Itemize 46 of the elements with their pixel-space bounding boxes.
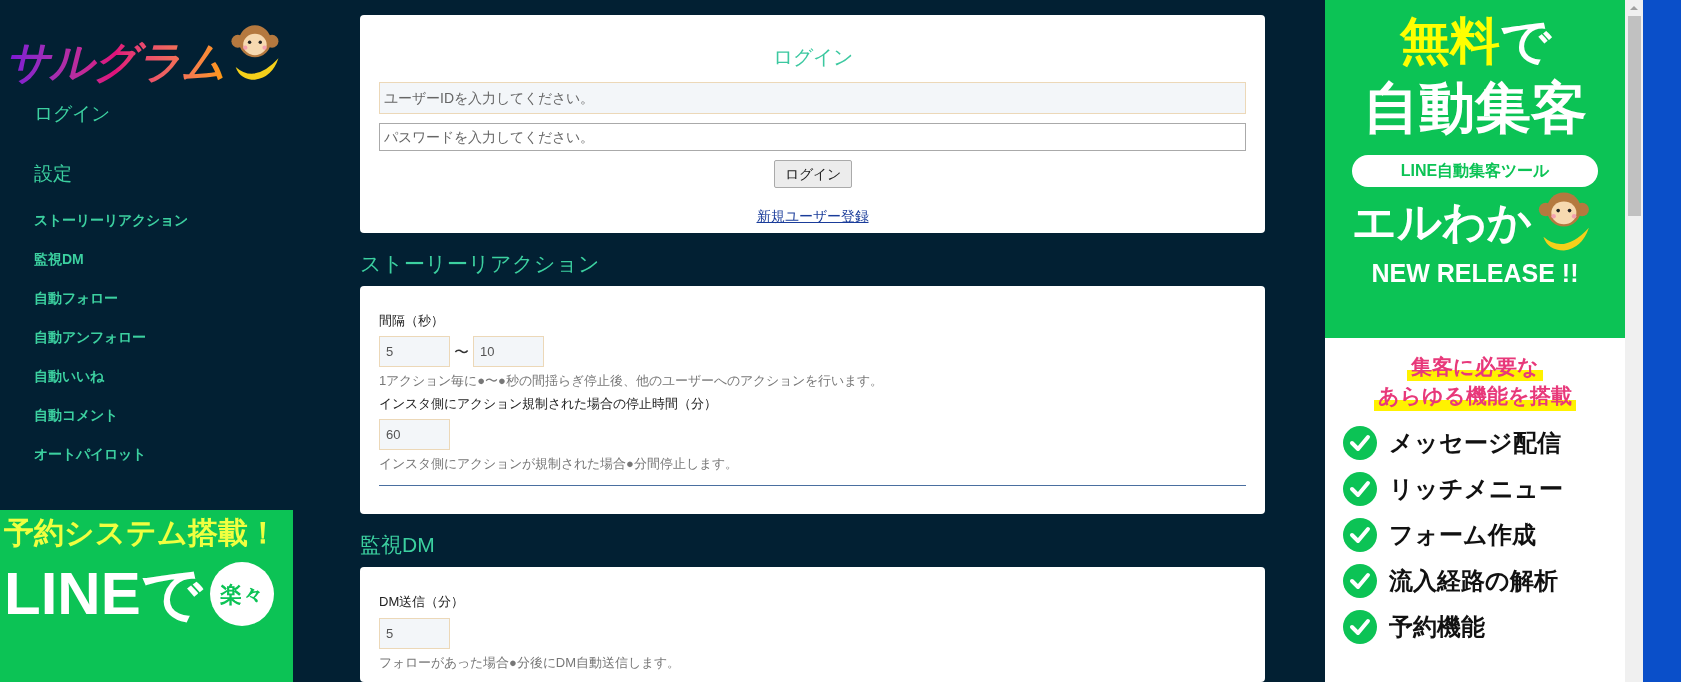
field-hint: インスタ側にアクションが規制された場合●分間停止します。 <box>379 455 738 474</box>
ad-headline: で <box>1499 12 1551 71</box>
check-icon <box>1343 425 1377 460</box>
nav-link[interactable]: 自動フォロー <box>34 288 118 327</box>
nav-link[interactable]: 自動コメント <box>34 405 118 444</box>
feature-text: メッセージ配信 <box>1389 427 1561 458</box>
nav-link[interactable]: ログイン <box>34 100 110 160</box>
nav-link[interactable]: 監視DM <box>34 249 84 288</box>
number-field[interactable]: 5 <box>379 336 450 368</box>
check-icon <box>1343 563 1377 598</box>
ad-badge: 楽々 <box>209 562 274 626</box>
ad-text: LINEで <box>4 564 202 624</box>
ad-headline: 無料 <box>1399 12 1500 71</box>
field-hint: 1アクション毎に●〜●秒の間揺らぎ停止後、他のユーザーへのアクションを行います。 <box>379 372 883 391</box>
check-icon <box>1343 471 1377 506</box>
number-field[interactable]: 60 <box>379 419 450 451</box>
number-field[interactable]: 10 <box>473 336 544 368</box>
nav-link[interactable]: 設定 <box>34 160 72 210</box>
number-field[interactable]: 5 <box>379 617 450 649</box>
login-title: ログイン <box>772 45 853 70</box>
ad-brand: エルわか <box>1352 195 1532 248</box>
nav-link[interactable]: 自動いいね <box>34 366 104 405</box>
password-field[interactable]: パスワードを入力してください。 <box>379 123 1246 151</box>
feature-text: フォーム作成 <box>1389 519 1536 550</box>
section-heading: ストーリーリアクション <box>360 250 600 277</box>
register-link[interactable]: 新規ユーザー登録 <box>756 206 869 227</box>
ad-headline: 自動集客 <box>1363 74 1587 141</box>
feature-text: 流入経路の解析 <box>1389 565 1558 596</box>
feature-text: リッチメニュー <box>1389 473 1563 504</box>
user-id-field[interactable]: ユーザーIDを入力してください。 <box>379 82 1246 114</box>
login-button[interactable]: ログイン <box>773 160 852 188</box>
field-label: DM送信（分） <box>379 593 465 611</box>
nav-link[interactable]: オートパイロット <box>34 444 146 483</box>
field-label: インスタ側にアクション規制された場合の停止時間（分） <box>379 394 717 413</box>
nav-link[interactable]: 自動アンフォロー <box>34 327 146 366</box>
field-hint: フォローがあった場合●分後にDM自動送信します。 <box>379 653 681 672</box>
ad-text: NEW RELEASE !! <box>1371 257 1579 289</box>
field-label: 間隔（秒） <box>379 311 444 330</box>
section-heading: 監視DM <box>360 531 435 558</box>
check-icon <box>1343 517 1377 552</box>
range-separator: 〜 <box>454 341 469 362</box>
ad-pill: LINE自動集客ツール <box>1352 154 1598 187</box>
nav-link[interactable]: ストーリーリアクション <box>34 210 188 249</box>
check-icon <box>1343 609 1377 644</box>
ad-headline: 予約システム搭載！ <box>4 518 278 548</box>
feature-text: 予約機能 <box>1389 611 1485 642</box>
